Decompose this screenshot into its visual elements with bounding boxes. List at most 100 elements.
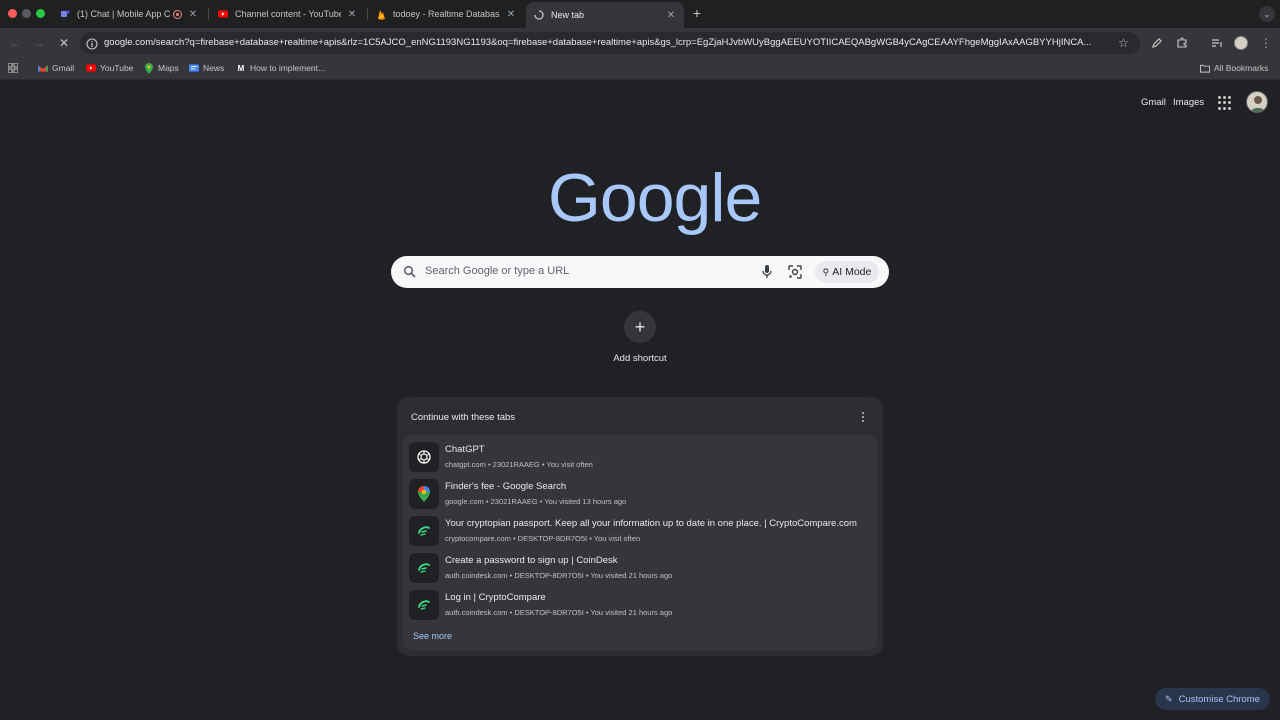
microphone-icon[interactable] (760, 264, 774, 280)
close-tab-icon[interactable]: ✕ (347, 9, 357, 20)
bookmark-news[interactable]: News (189, 63, 224, 73)
bookmark-maps[interactable]: Maps (144, 62, 179, 74)
tab-search-button[interactable]: ⌄ (1259, 6, 1275, 22)
tab-divider (208, 8, 209, 20)
edit-icon[interactable] (1150, 36, 1164, 50)
bookmark-youtube[interactable]: YouTube (86, 63, 133, 73)
item-subtitle: google.com • 23021RAAEG • You visited 13… (445, 497, 627, 506)
apps-icon (8, 63, 18, 73)
cryptocompare-icon (409, 516, 439, 546)
loading-icon (534, 10, 544, 20)
bookmark-gmail[interactable]: Gmail (38, 63, 74, 73)
all-bookmarks-button[interactable]: All Bookmarks (1200, 63, 1268, 73)
coindesk-icon (409, 553, 439, 583)
item-subtitle: auth.coindesk.com • DESKTOP-8DR7O5I • Yo… (445, 608, 673, 617)
search-input[interactable]: Search Google or type a URL (425, 265, 569, 277)
close-window-button[interactable] (8, 9, 17, 18)
tab-title: (1) Chat | Mobile App Cla (77, 9, 171, 19)
maps-pin-icon (409, 479, 439, 509)
address-bar[interactable]: google.com/search?q=firebase+database+re… (80, 32, 1140, 54)
folder-icon (1200, 63, 1210, 73)
close-tab-icon[interactable]: ✕ (188, 9, 198, 20)
maps-icon (144, 62, 154, 74)
google-lens-icon[interactable] (787, 264, 803, 280)
more-menu-icon[interactable]: ⋮ (1259, 36, 1273, 50)
item-subtitle: cryptocompare.com • DESKTOP-8DR7O5I • Yo… (445, 534, 641, 543)
bookmarks-bar: Gmail YouTube Maps News M How to impleme… (0, 58, 1280, 80)
google-logo: Google (548, 160, 762, 236)
all-bookmarks-label: All Bookmarks (1214, 63, 1269, 73)
teams-icon (60, 9, 70, 19)
account-avatar[interactable] (1246, 91, 1268, 113)
tab-youtube-studio[interactable]: Channel content - YouTube St ✕ (210, 3, 365, 25)
stop-icon[interactable]: ✕ (57, 36, 71, 50)
item-title: ChatGPT (445, 444, 485, 455)
bookmark-how-to-implement[interactable]: M How to implement... (236, 63, 325, 73)
tab-title: todoey - Realtime Database (393, 9, 500, 19)
extensions-icon[interactable] (1175, 36, 1189, 50)
item-subtitle: auth.coindesk.com • DESKTOP-8DR7O5I • Yo… (445, 571, 673, 580)
list-item[interactable]: Your cryptopian passport. Keep all your … (407, 514, 873, 551)
ai-search-icon: ⚲ (822, 266, 830, 277)
google-apps-icon[interactable] (1218, 96, 1232, 110)
tab-new-tab[interactable]: New tab ✕ (526, 2, 684, 28)
gmail-link[interactable]: Gmail (1141, 97, 1166, 108)
card-title: Continue with these tabs (411, 412, 516, 423)
continue-tabs-card: Continue with these tabs ChatGPT chatgpt… (397, 397, 883, 656)
tab-list: ChatGPT chatgpt.com • 23021RAAEG • You v… (403, 435, 877, 650)
youtube-icon (218, 9, 228, 19)
site-info-icon[interactable] (86, 37, 98, 50)
new-tab-button[interactable]: + (690, 6, 704, 20)
chatgpt-icon (409, 442, 439, 472)
tab-title: Channel content - YouTube St (235, 9, 341, 19)
gmail-icon (38, 63, 48, 73)
coindesk-icon (409, 590, 439, 620)
tab-firebase[interactable]: todoey - Realtime Database ✕ (368, 3, 524, 25)
item-title: Log in | CryptoCompare (445, 592, 546, 603)
add-shortcut-button[interactable]: + (624, 311, 656, 343)
minimize-window-button[interactable] (22, 9, 31, 18)
see-more-link[interactable]: See more (413, 631, 452, 641)
item-subtitle: chatgpt.com • 23021RAAEG • You visit oft… (445, 460, 593, 469)
add-shortcut-label[interactable]: Add shortcut (560, 353, 720, 364)
pencil-icon: ✎ (1165, 693, 1173, 704)
media-control-icon[interactable] (1210, 36, 1224, 50)
bookmark-label: Gmail (52, 63, 75, 73)
list-item[interactable]: Log in | CryptoCompare auth.coindesk.com… (407, 588, 873, 625)
recording-icon (173, 9, 182, 19)
bookmark-label: How to implement... (250, 63, 326, 73)
apps-shortcut[interactable] (8, 63, 22, 73)
ai-mode-button[interactable]: ⚲ AI Mode (815, 261, 879, 283)
close-tab-icon[interactable]: ✕ (506, 9, 516, 20)
search-icon (403, 265, 417, 279)
maximize-window-button[interactable] (36, 9, 45, 18)
bookmark-label: Maps (158, 63, 179, 73)
search-box[interactable]: Search Google or type a URL ⚲ AI Mode (391, 256, 889, 288)
medium-icon: M (237, 63, 245, 73)
list-item[interactable]: ChatGPT chatgpt.com • 23021RAAEG • You v… (407, 440, 873, 477)
bookmark-label: YouTube (100, 63, 134, 73)
item-title: Create a password to sign up | CoinDesk (445, 555, 618, 566)
forward-icon[interactable]: → (32, 36, 46, 50)
bookmark-label: News (203, 63, 225, 73)
list-item[interactable]: Create a password to sign up | CoinDesk … (407, 551, 873, 588)
tab-title: New tab (551, 10, 585, 20)
tab-chat[interactable]: (1) Chat | Mobile App Cla ✕ (52, 3, 206, 25)
ai-mode-label: AI Mode (832, 266, 872, 278)
youtube-icon (86, 63, 96, 73)
plus-icon: + (634, 316, 646, 337)
images-link[interactable]: Images (1173, 97, 1204, 108)
news-icon (189, 63, 199, 73)
url-text[interactable]: google.com/search?q=firebase+database+re… (104, 37, 1110, 48)
list-item[interactable]: Finder's fee - Google Search google.com … (407, 477, 873, 514)
tab-strip: (1) Chat | Mobile App Cla ✕ Channel cont… (0, 0, 1280, 28)
bookmark-star-icon[interactable]: ☆ (1118, 36, 1129, 50)
customise-chrome-button[interactable]: ✎ Customise Chrome (1155, 688, 1270, 710)
firebase-icon (376, 9, 386, 20)
back-icon[interactable]: ← (8, 36, 22, 50)
item-title: Finder's fee - Google Search (445, 481, 567, 492)
close-tab-icon[interactable]: ✕ (666, 10, 676, 21)
profile-avatar[interactable] (1234, 36, 1248, 50)
more-options-icon[interactable] (858, 410, 868, 424)
customise-label: Customise Chrome (1178, 693, 1260, 705)
